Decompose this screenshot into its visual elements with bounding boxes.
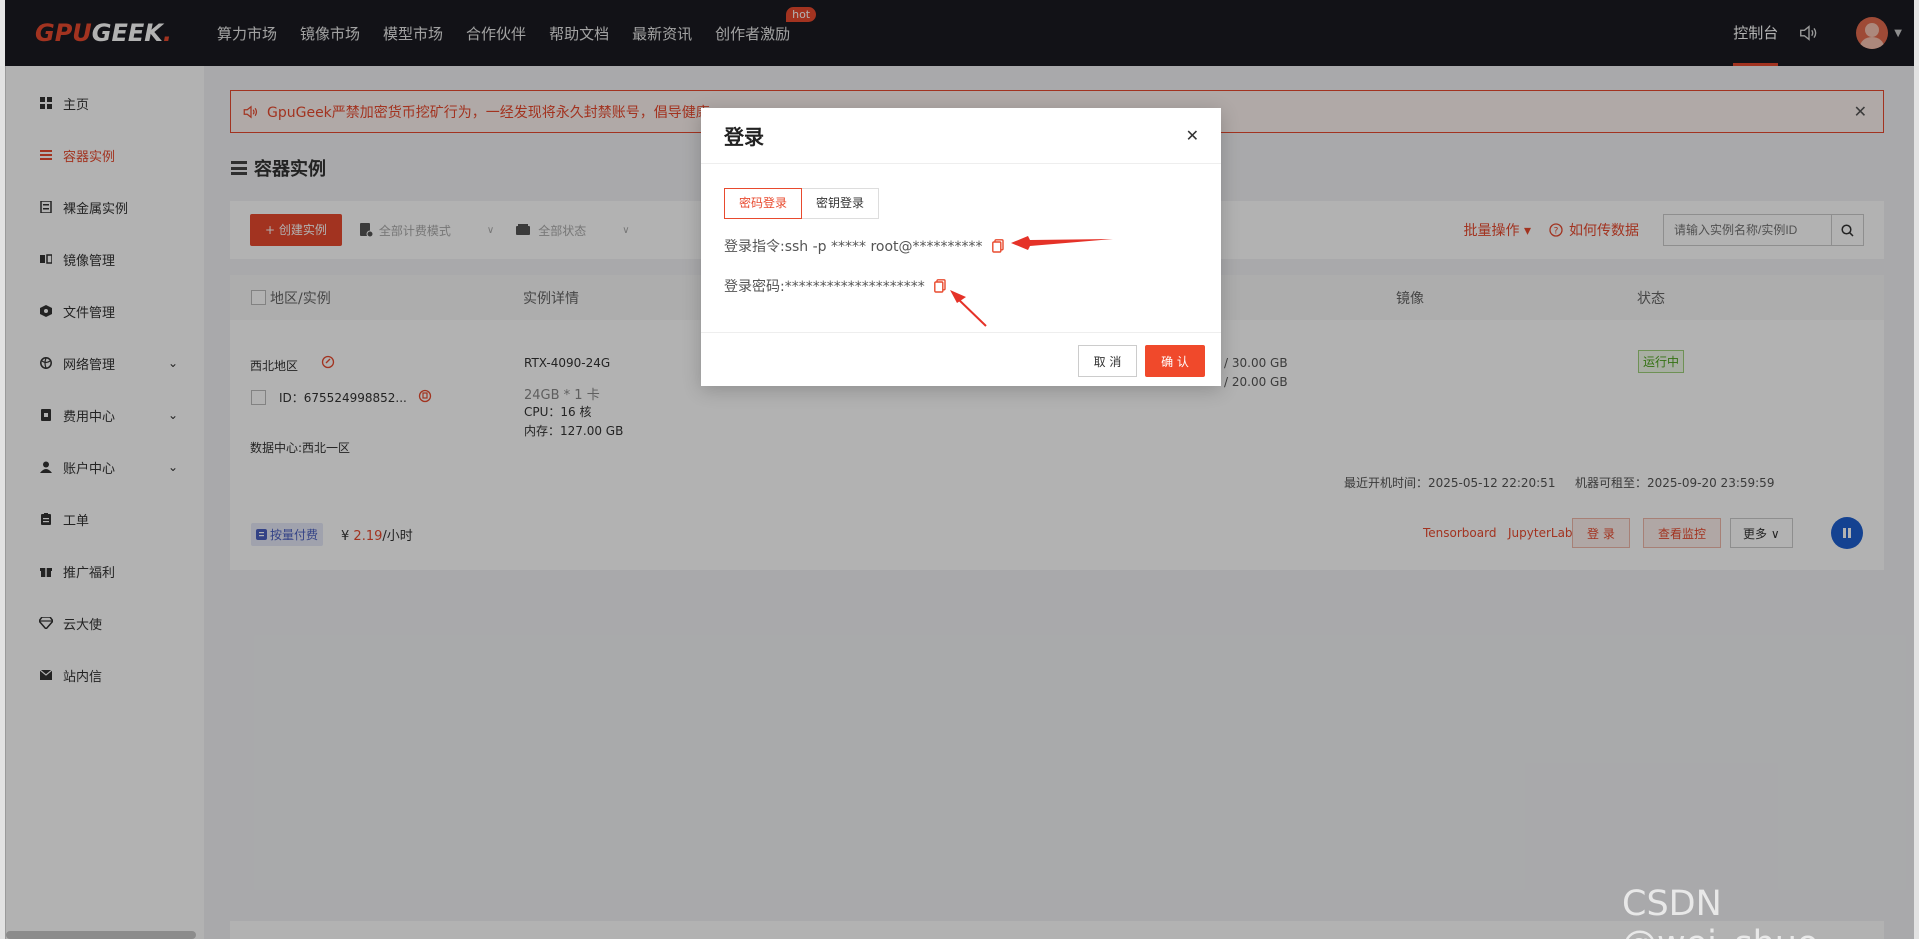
copy-icon[interactable]	[933, 279, 946, 293]
dialog-footer: 取 消 确 认	[701, 332, 1221, 386]
copy-icon[interactable]	[991, 239, 1004, 253]
login-command-line: 登录指令:ssh -p ***** root@**********	[724, 236, 1004, 256]
csdn-watermark: CSDN @wei_shuo	[1622, 884, 1818, 939]
login-password-line: 登录密码:********************	[724, 276, 946, 296]
login-dialog: 登录 ✕ 密码登录 密钥登录 登录指令:ssh -p ***** root@**…	[701, 108, 1221, 386]
confirm-button[interactable]: 确 认	[1145, 345, 1205, 377]
login-password: 登录密码:********************	[724, 279, 925, 295]
cancel-button[interactable]: 取 消	[1078, 345, 1137, 377]
dialog-title: 登录	[724, 125, 764, 149]
dialog-header: 登录 ✕	[701, 108, 1221, 164]
tab-password-login[interactable]: 密码登录	[724, 188, 803, 219]
tab-key-login[interactable]: 密钥登录	[802, 188, 880, 219]
window-border-right	[1914, 0, 1919, 939]
login-tabs: 密码登录 密钥登录	[724, 188, 880, 219]
login-command: 登录指令:ssh -p ***** root@**********	[724, 239, 983, 255]
close-icon[interactable]: ✕	[1186, 126, 1199, 145]
